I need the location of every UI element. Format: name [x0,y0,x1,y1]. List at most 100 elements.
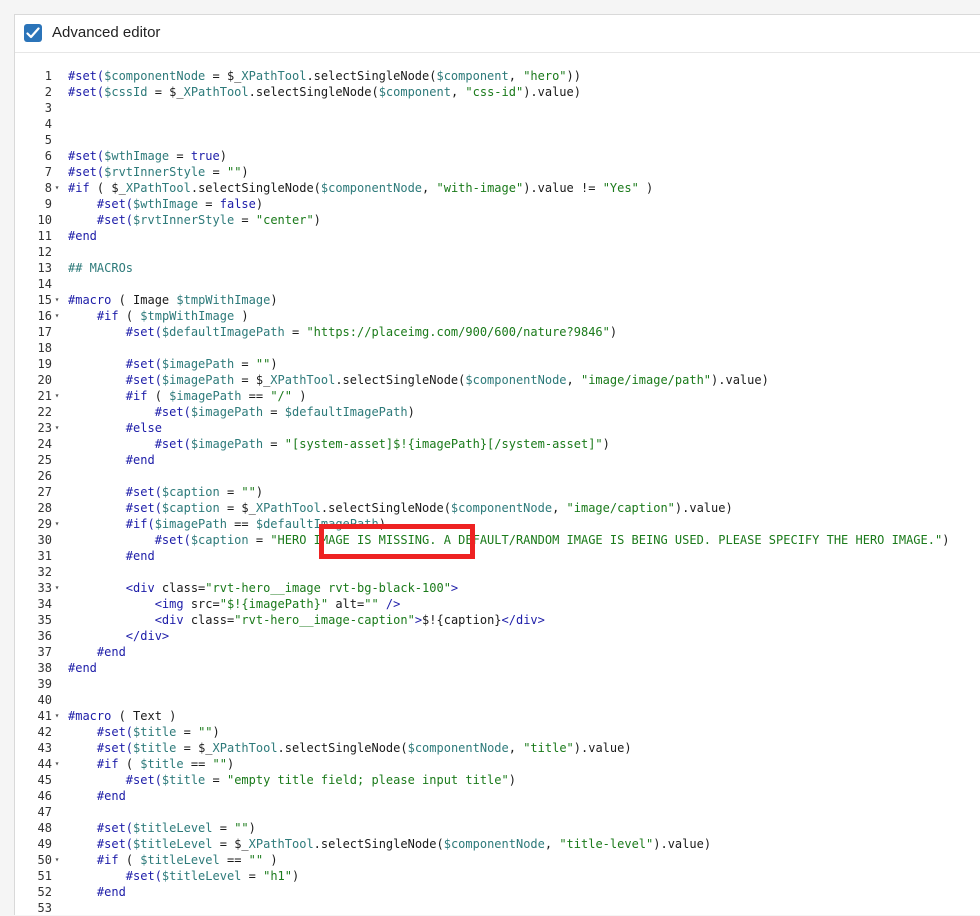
code-line[interactable]: 53 [15,900,980,916]
code-line[interactable]: 34 <img src="$!{imagePath}" alt="" /> [15,596,980,612]
code-line[interactable]: 40 [15,692,980,708]
code-token: #end [68,229,97,243]
line-number: 22 [37,405,52,419]
line-number: 47 [37,805,52,819]
code-line[interactable]: 48 #set($titleLevel = "") [15,820,980,836]
code-line[interactable]: 38 #end [15,660,980,676]
fold-arrow-icon[interactable]: ▾ [53,516,61,532]
code-line[interactable]: 3 [15,100,980,116]
fold-arrow-icon[interactable]: ▾ [53,420,61,436]
code-line[interactable]: 12 [15,244,980,260]
code-line[interactable]: 36 </div> [15,628,980,644]
code-line[interactable]: 33 ▾ <div class="rvt-hero__image rvt-bg-b… [15,580,980,596]
code-line[interactable]: 5 [15,132,980,148]
code-line[interactable]: 25 #end [15,452,980,468]
code-line[interactable]: 29 ▾ #if($imagePath == $defaultImagePath) [15,516,980,532]
code-text: #end [68,884,126,900]
code-token: $caption [161,501,220,515]
code-token: == [226,517,256,531]
code-line[interactable]: 9 #set($wthImage = false) [15,196,980,212]
line-number: 17 [37,325,52,339]
code-token: #macro [68,709,112,723]
advanced-editor-label[interactable]: Advanced editor [52,24,160,41]
code-token: #if [96,757,119,771]
code-text: #set($imagePath = $defaultImagePath) [68,404,415,420]
code-token: "image/caption" [566,501,675,515]
code-line[interactable]: 23 ▾ #else [15,420,980,436]
code-line[interactable]: 47 [15,804,980,820]
code-line[interactable]: 13 ## MACROs [15,260,980,276]
code-line[interactable]: 28 #set($caption = $_XPathTool.selectSin… [15,500,980,516]
code-line[interactable]: 35 <div class="rvt-hero__image-caption">… [15,612,980,628]
code-line[interactable]: 24 #set($imagePath = "[system-asset]$!{i… [15,436,980,452]
line-number: 28 [37,501,52,515]
line-number: 42 [37,725,52,739]
code-line[interactable]: 41 ▾ #macro ( Text ) [15,708,980,724]
code-token: == [219,853,249,867]
fold-arrow-icon[interactable]: ▾ [53,708,61,724]
code-line[interactable]: 20 #set($imagePath = $_XPathTool.selectS… [15,372,980,388]
code-token: = [248,533,271,547]
code-line[interactable]: 8 ▾ #if ( $_XPathTool.selectSingleNode($co… [15,180,980,196]
fold-arrow-icon[interactable]: ▾ [53,852,61,868]
code-line[interactable]: 22 #set($imagePath = $defaultImagePath) [15,404,980,420]
code-line[interactable]: 30 #set($caption = "HERO IMAGE IS MISSIN… [15,532,980,548]
code-line[interactable]: 37 #end [15,644,980,660]
code-editor[interactable]: 1 #set($componentNode = $_XPathTool.selec… [15,52,980,915]
fold-arrow-icon[interactable]: ▾ [53,180,61,196]
fold-arrow-icon[interactable]: ▾ [53,756,61,772]
code-line[interactable]: 39 [15,676,980,692]
code-line[interactable]: 44 ▾ #if ( $title == "") [15,756,980,772]
code-token: ) [609,325,618,339]
code-token: /> [385,597,401,611]
code-line[interactable]: 2 #set($cssId = $_XPathTool.selectSingleN… [15,84,980,100]
code-line[interactable]: 7 #set($rvtInnerStyle = "") [15,164,980,180]
code-token: ) [292,869,300,883]
fold-arrow-icon[interactable]: ▾ [53,388,61,404]
code-line[interactable]: 31 #end [15,548,980,564]
code-token: "https://placeimg.com/900/600/nature?984… [306,325,610,339]
code-line[interactable]: 32 [15,564,980,580]
code-token: $titleLevel [161,869,242,883]
code-line[interactable]: 42 #set($title = "") [15,724,980,740]
code-line[interactable]: 52 #end [15,884,980,900]
code-token: ) [942,533,950,547]
fold-arrow-icon[interactable]: ▾ [53,292,61,308]
code-line[interactable]: 14 [15,276,980,292]
code-line[interactable]: 17 #set($defaultImagePath = "https://pla… [15,324,980,340]
advanced-editor-checkbox[interactable] [24,24,42,42]
code-line[interactable]: 45 #set($title = "empty title field; ple… [15,772,980,788]
code-line[interactable]: 1 #set($componentNode = $_XPathTool.selec… [15,68,980,84]
code-line[interactable]: 26 [15,468,980,484]
code-line[interactable]: 6 #set($wthImage = true) [15,148,980,164]
code-line[interactable]: 15 ▾ #macro ( Image $tmpWithImage) [15,292,980,308]
code-line[interactable]: 11 #end [15,228,980,244]
code-line[interactable]: 10 #set($rvtInnerStyle = "center") [15,212,980,228]
code-line[interactable]: 21 ▾ #if ( $imagePath == "/" ) [15,388,980,404]
line-number: 52 [37,885,52,899]
code-token: #set( [96,821,134,835]
code-token: > [414,613,423,627]
code-line[interactable]: 49 #set($titleLevel = $_XPathTool.select… [15,836,980,852]
code-line[interactable]: 18 [15,340,980,356]
code-token: ) [270,357,278,371]
code-token: , [544,837,560,851]
code-line[interactable]: 46 #end [15,788,980,804]
fold-arrow-icon[interactable]: ▾ [53,308,61,324]
code-line[interactable]: 50 ▾ #if ( $titleLevel == "" ) [15,852,980,868]
code-line[interactable]: 51 #set($titleLevel = "h1") [15,868,980,884]
code-line[interactable]: 27 #set($caption = "") [15,484,980,500]
code-token: ( $_ [89,181,126,195]
code-line[interactable]: 19 #set($imagePath = "") [15,356,980,372]
code-token: "" [364,597,379,611]
code-token: $imagePath [161,357,235,371]
code-token: ## MACROs [68,261,134,275]
code-token: <div [154,613,184,627]
code-line[interactable]: 43 #set($title = $_XPathTool.selectSingl… [15,740,980,756]
fold-arrow-icon[interactable]: ▾ [53,580,61,596]
code-line[interactable]: 16 ▾ #if ( $tmpWithImage ) [15,308,980,324]
code-token: = $_ [176,741,213,755]
code-line[interactable]: 4 [15,116,980,132]
